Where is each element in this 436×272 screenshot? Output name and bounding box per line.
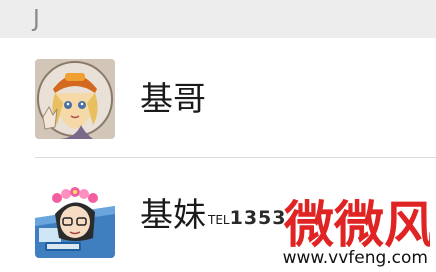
watermark-url: www.vvfeng.com <box>282 248 428 268</box>
contacts-page: J 基哥 基妹 TEL1353 微微风 微微风 www.vvfeng.com <box>0 0 436 272</box>
watermark: 微微风 微微风 www.vvfeng.com <box>282 192 432 270</box>
contact-row-jige[interactable]: 基哥 <box>0 40 436 154</box>
avatar-image <box>35 59 115 139</box>
tel-number: 1353 <box>229 207 287 229</box>
avatar-image <box>35 178 115 258</box>
svg-text:微微风: 微微风 <box>284 196 430 250</box>
contact-name: 基哥 <box>140 79 206 118</box>
contact-name: 基妹 TEL1353 <box>140 195 287 235</box>
watermark-logo: 微微风 微微风 <box>284 192 430 250</box>
avatar <box>35 59 115 139</box>
list-divider <box>35 157 436 158</box>
section-header: J <box>0 0 436 38</box>
contact-name-text: 基妹 <box>140 195 206 234</box>
avatar <box>35 178 115 258</box>
tel-label: TEL <box>208 213 230 227</box>
section-index-letter: J <box>33 6 40 32</box>
